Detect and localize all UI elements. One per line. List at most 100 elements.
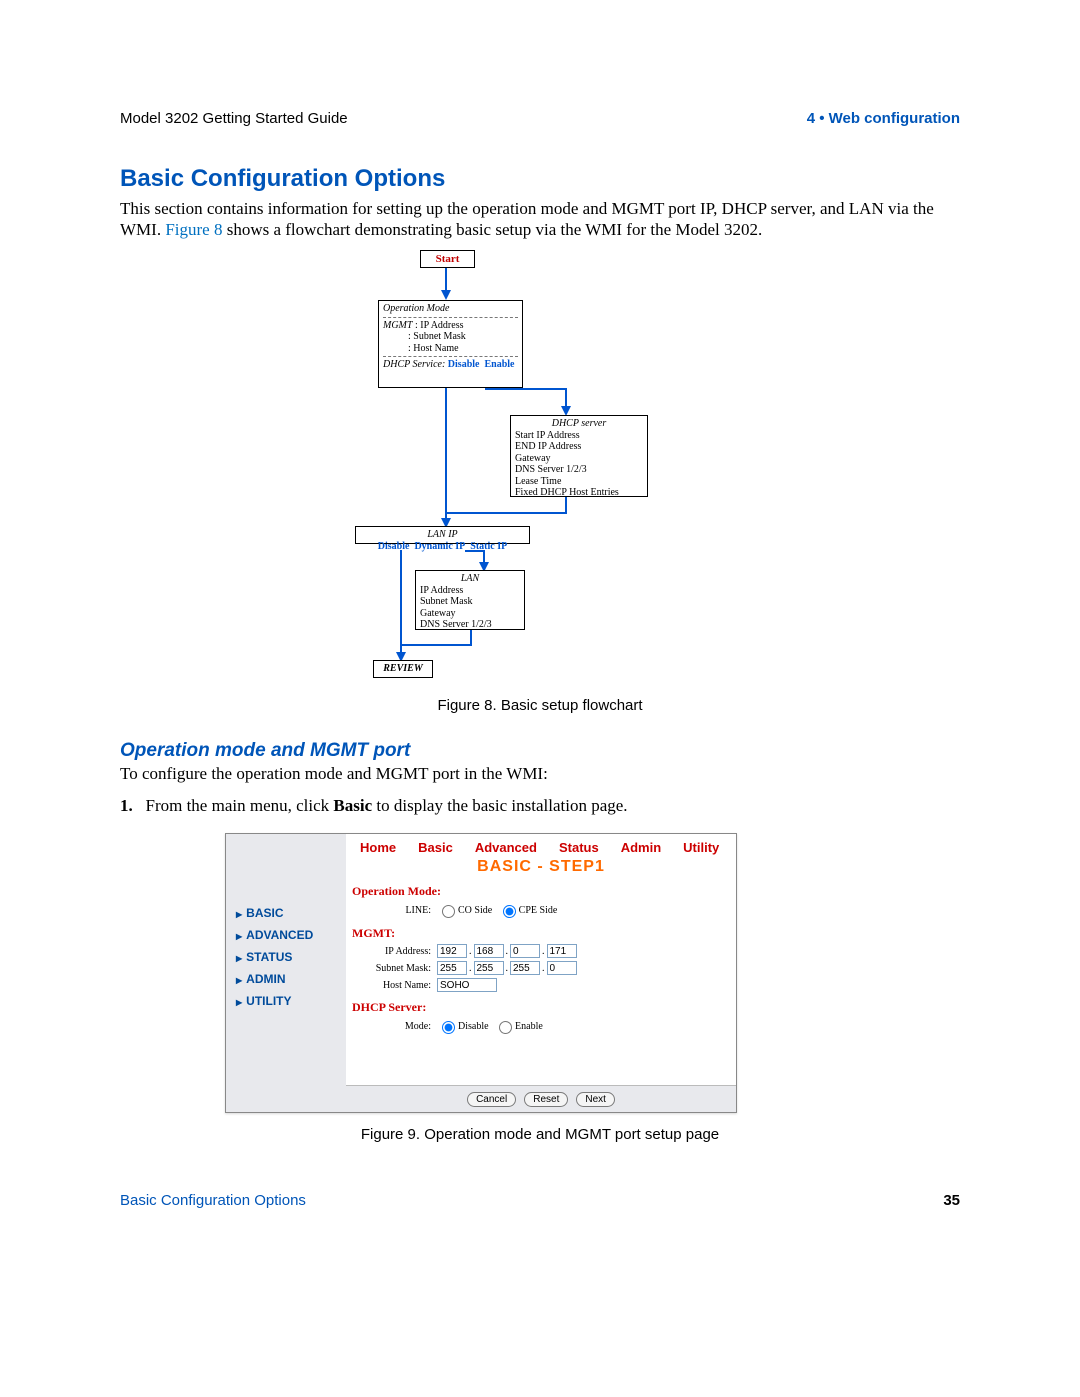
flowchart-disable-option: Disable [448, 359, 480, 370]
caret-right-icon: ▶ [236, 976, 242, 985]
flowchart-connector [445, 388, 447, 526]
dhcp-disable-radio[interactable] [442, 1021, 455, 1034]
tab-status[interactable]: Status [559, 840, 599, 855]
tab-admin[interactable]: Admin [621, 840, 661, 855]
wmi-main-panel: Home Basic Advanced Status Admin Utility… [346, 834, 736, 1112]
cpe-side-label: CPE Side [519, 905, 558, 916]
figure-9-caption: Figure 9. Operation mode and MGMT port s… [0, 1126, 1080, 1143]
flowchart-lan-disable: Disable [378, 541, 410, 552]
flowchart-op-host: Host Name [413, 343, 458, 354]
ip-octet-1-input[interactable] [437, 944, 467, 958]
header-left: Model 3202 Getting Started Guide [120, 110, 348, 127]
subnet-octet-2-input[interactable] [474, 961, 504, 975]
subnet-mask-label: Subnet Mask: [356, 963, 437, 974]
flowchart-dhcp-l3: Gateway [515, 453, 643, 465]
host-name-input[interactable] [437, 978, 497, 992]
sidebar-item-label: UTILITY [246, 994, 291, 1008]
sidebar-item-utility[interactable]: ▶ UTILITY [226, 990, 346, 1012]
next-button[interactable]: Next [576, 1092, 615, 1107]
flowchart-connector [485, 388, 565, 390]
header-right: 4 • Web configuration [807, 110, 960, 127]
flowchart-op-title: Operation Mode [383, 303, 518, 315]
intro-text-b: shows a flowchart demonstrating basic se… [222, 220, 762, 239]
sidebar-item-basic[interactable]: ▶BASIC [226, 902, 346, 924]
intro-paragraph: This section contains information for se… [120, 198, 960, 241]
subsection-intro: To configure the operation mode and MGMT… [120, 764, 960, 784]
flowchart-op-ip: IP Address [420, 320, 463, 331]
ip-address-label: IP Address: [356, 946, 437, 957]
operation-mode-heading: Operation Mode: [346, 884, 736, 899]
wmi-sidebar: ▶BASIC ▶ADVANCED ▶STATUS ▶ADMIN ▶UTILITY [226, 834, 346, 1112]
flowchart-connector [445, 512, 567, 514]
flowchart-lan2-l1: IP Address [420, 585, 520, 597]
dhcp-server-heading: DHCP Server: [346, 1000, 736, 1015]
flowchart-connector [400, 644, 472, 646]
flowchart-connector [465, 550, 485, 552]
figure-8-link[interactable]: Figure 8 [165, 220, 222, 239]
flowchart-lan-detail-box: LAN IP Address Subnet Mask Gateway DNS S… [415, 570, 525, 630]
caret-right-icon: ▶ [236, 998, 242, 1007]
flowchart-lan2-l3: Gateway [420, 608, 520, 620]
co-side-radio[interactable] [442, 905, 455, 918]
tab-basic[interactable]: Basic [418, 840, 453, 855]
sidebar-item-label: ADMIN [246, 972, 285, 986]
cancel-button[interactable]: Cancel [467, 1092, 516, 1107]
figure-8-caption: Figure 8. Basic setup flowchart [0, 697, 1080, 714]
flowchart-dhcp-l4: DNS Server 1/2/3 [515, 464, 643, 476]
flowchart-enable-option: Enable [484, 359, 514, 370]
flowchart-dhcp-title: DHCP server [515, 418, 643, 430]
document-page: Model 3202 Getting Started Guide 4 • Web… [0, 0, 1080, 1397]
flowchart-connector [565, 497, 567, 512]
ip-octet-2-input[interactable] [474, 944, 504, 958]
section-heading: Basic Configuration Options [120, 165, 445, 193]
dhcp-enable-radio[interactable] [499, 1021, 512, 1034]
subnet-octet-1-input[interactable] [437, 961, 467, 975]
tab-utility[interactable]: Utility [683, 840, 719, 855]
step-1-bold: Basic [333, 796, 372, 815]
flowchart-dhcp-l1: Start IP Address [515, 430, 643, 442]
caret-right-icon: ▶ [236, 932, 242, 941]
flowchart-mgmt-label: MGMT [383, 320, 412, 331]
flowchart-review-box: REVIEW [373, 660, 433, 678]
flowchart-dhcp-server-box: DHCP server Start IP Address END IP Addr… [510, 415, 648, 497]
flowchart-lan-dynip: Dynamic IP [414, 541, 465, 552]
footer-section-title: Basic Configuration Options [120, 1192, 306, 1209]
flowchart-op-subnet: Subnet Mask [413, 331, 466, 342]
mgmt-heading: MGMT: [346, 926, 736, 941]
arrow-down-icon [441, 290, 451, 300]
step-1: 1. From the main menu, click Basic to di… [120, 796, 960, 816]
sidebar-item-label: STATUS [246, 950, 292, 964]
wmi-page-title: BASIC - STEP1 [346, 858, 736, 876]
dhcp-disable-label: Disable [458, 1021, 489, 1032]
flowchart-lan-title: LAN IP [427, 529, 457, 540]
flowchart-lan2-l2: Subnet Mask [420, 596, 520, 608]
flowchart-connector [445, 268, 447, 290]
tab-home[interactable]: Home [360, 840, 396, 855]
sidebar-item-label: BASIC [246, 906, 283, 920]
caret-right-icon: ▶ [236, 954, 242, 963]
mode-label: Mode: [356, 1021, 437, 1032]
subnet-octet-3-input[interactable] [510, 961, 540, 975]
co-side-label: CO Side [458, 905, 492, 916]
dhcp-enable-label: Enable [515, 1021, 543, 1032]
flowchart-dhcp-service-label: DHCP Service: [383, 359, 445, 370]
page-number: 35 [943, 1192, 960, 1209]
subnet-octet-4-input[interactable] [547, 961, 577, 975]
flowchart-dhcp-l6: Fixed DHCP Host Entries [515, 487, 643, 499]
step-1-number: 1. [120, 796, 133, 815]
flowchart-lan2-title: LAN [420, 573, 520, 585]
cpe-side-radio[interactable] [503, 905, 516, 918]
ip-octet-4-input[interactable] [547, 944, 577, 958]
flowchart-dhcp-l2: END IP Address [515, 441, 643, 453]
sidebar-item-admin[interactable]: ▶ ADMIN [226, 968, 346, 990]
tab-advanced[interactable]: Advanced [475, 840, 537, 855]
sidebar-item-status[interactable]: ▶ STATUS [226, 946, 346, 968]
host-name-label: Host Name: [356, 980, 437, 991]
reset-button[interactable]: Reset [524, 1092, 568, 1107]
sidebar-item-advanced[interactable]: ▶ADVANCED [226, 924, 346, 946]
flowchart-lan2-l4: DNS Server 1/2/3 [420, 619, 520, 631]
flowchart-connector [565, 388, 567, 408]
flowchart-start: Start [420, 250, 475, 268]
step-1-b: to display the basic installation page. [372, 796, 627, 815]
ip-octet-3-input[interactable] [510, 944, 540, 958]
